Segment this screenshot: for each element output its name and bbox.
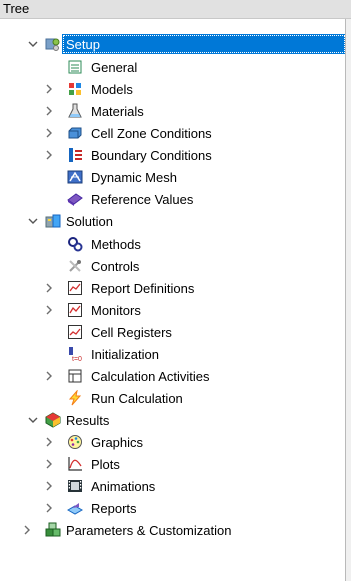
tree-item-label: Dynamic Mesh (91, 170, 177, 185)
tree-item-label: Cell Registers (91, 325, 172, 340)
chevron-right-icon[interactable] (22, 525, 32, 535)
tree-item-methods[interactable]: Methods (0, 234, 345, 254)
report-icon (68, 281, 82, 295)
chevron-right-icon[interactable] (44, 150, 54, 160)
tree-item-calculation-activities[interactable]: Calculation Activities (0, 366, 345, 386)
tree-item-label: General (91, 60, 138, 75)
chevron-down-icon[interactable] (28, 216, 38, 226)
tree-item-reports[interactable]: Reports (0, 498, 345, 518)
tree-item-dynamic-mesh[interactable]: Dynamic Mesh (0, 167, 345, 187)
chevron-right-icon[interactable] (44, 106, 54, 116)
tree-item-label: Materials (91, 104, 144, 119)
tree-item-controls[interactable]: Controls (0, 256, 345, 276)
tree-item-monitors[interactable]: Monitors (0, 300, 345, 320)
controls-icon (69, 260, 81, 272)
tree-item-label: Report Definitions (91, 281, 195, 296)
tree-item-label: Solution (66, 214, 113, 229)
tree-item-initialization[interactable]: t=0 Initialization (0, 344, 345, 364)
tree-item-parameters-customization[interactable]: Parameters & Customization (0, 520, 345, 540)
chevron-right-icon[interactable] (44, 128, 54, 138)
chevron-right-icon[interactable] (44, 503, 54, 513)
boundary-icon (69, 148, 82, 162)
chevron-right-icon[interactable] (44, 437, 54, 447)
tree-item-reference-values[interactable]: Reference Values (0, 189, 345, 209)
tree-item-materials[interactable]: Materials (0, 101, 345, 121)
selection-highlight (62, 34, 345, 54)
tree-item-cell-zone-conditions[interactable]: Cell Zone Conditions (0, 123, 345, 143)
tree-item-boundary-conditions[interactable]: Boundary Conditions (0, 145, 345, 165)
results-icon (45, 412, 61, 428)
solution-icon (45, 214, 61, 228)
setup-icon (45, 38, 60, 51)
initialization-icon: t=0 (69, 347, 82, 362)
tree-item-solution[interactable]: Solution (0, 211, 345, 231)
chevron-right-icon[interactable] (44, 481, 54, 491)
tree-item-label: Results (66, 413, 110, 428)
chevron-right-icon[interactable] (44, 305, 54, 315)
tree-item-label: Controls (91, 259, 140, 274)
tree-item-label: Initialization (91, 347, 159, 362)
tree-item-report-definitions[interactable]: Report Definitions (0, 278, 345, 298)
tree-item-label: Boundary Conditions (91, 148, 212, 163)
tree-item-label: Graphics (91, 435, 144, 450)
calculation-activities-icon (68, 369, 82, 383)
tree-item-label: Calculation Activities (91, 369, 210, 384)
cell-zone-icon (68, 127, 82, 139)
tree-item-label: Cell Zone Conditions (91, 126, 212, 141)
tree-item-graphics[interactable]: Graphics (0, 432, 345, 452)
film-icon (68, 480, 82, 492)
tree-item-label: Monitors (91, 303, 141, 318)
chevron-right-icon[interactable] (44, 84, 54, 94)
chevron-down-icon[interactable] (28, 39, 38, 49)
tree-item-label: Reports (91, 501, 137, 516)
flask-icon (68, 103, 82, 118)
chevron-down-icon[interactable] (28, 415, 38, 425)
parameters-icon (45, 522, 61, 537)
cell-registers-icon (68, 325, 82, 339)
svg-text:t=0: t=0 (72, 356, 82, 362)
tree-item-setup[interactable]: Setup (0, 34, 345, 54)
chevron-right-icon[interactable] (44, 371, 54, 381)
tree-panel-header: Tree (0, 0, 351, 19)
tree-item-label: Reference Values (91, 192, 194, 207)
tree-item-animations[interactable]: Animations (0, 476, 345, 496)
tree-panel-title: Tree (3, 1, 30, 16)
tree-item-label: Run Calculation (91, 391, 183, 406)
chevron-right-icon[interactable] (44, 459, 54, 469)
plot-icon (68, 457, 82, 471)
reference-values-icon (67, 193, 83, 206)
tree-item-label: Parameters & Customization (66, 523, 232, 538)
models-icon (69, 83, 81, 95)
tree-item-cell-registers[interactable]: Cell Registers (0, 322, 345, 342)
tree-item-label: Models (91, 82, 133, 97)
dynamic-mesh-icon (67, 170, 83, 184)
tree-item-label: Setup (66, 37, 100, 52)
tree-item-general[interactable]: General (0, 57, 345, 77)
lightning-icon (68, 390, 82, 406)
list-icon (68, 60, 82, 74)
tree-item-plots[interactable]: Plots (0, 454, 345, 474)
reports-icon (67, 503, 83, 515)
tree-item-label: Plots (91, 457, 120, 472)
tree-item-run-calculation[interactable]: Run Calculation (0, 388, 345, 408)
tree-item-models[interactable]: Models (0, 79, 345, 99)
monitor-icon (68, 303, 82, 317)
tree-item-label: Methods (91, 237, 141, 252)
methods-icon (68, 237, 83, 252)
palette-icon (68, 435, 82, 449)
chevron-right-icon[interactable] (44, 283, 54, 293)
tree-item-results[interactable]: Results (0, 410, 345, 430)
outline-tree: Setup General Models Materials Cell Zone… (0, 19, 346, 581)
tree-item-label: Animations (91, 479, 156, 494)
